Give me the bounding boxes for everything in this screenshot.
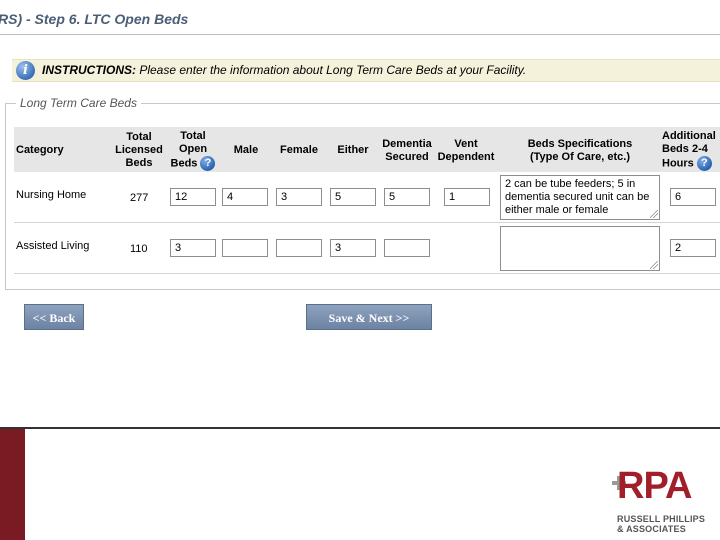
header-total-open: Total Open Beds ? (168, 130, 218, 171)
beds-specifications-textarea[interactable] (500, 226, 660, 271)
help-icon[interactable]: ? (200, 156, 216, 171)
row-category: Assisted Living (16, 240, 90, 252)
either-input[interactable] (330, 239, 376, 257)
header-category: Category (16, 144, 64, 156)
additional-beds-input[interactable] (670, 239, 716, 257)
female-input[interactable] (276, 239, 322, 257)
either-input[interactable] (330, 188, 376, 206)
header-additional: Additional Beds 2-4 Hours ? (662, 130, 716, 171)
save-next-button[interactable]: Save & Next >> (306, 304, 432, 330)
help-icon[interactable]: ? (696, 156, 712, 171)
male-input[interactable] (222, 188, 268, 206)
instructions-bar: i INSTRUCTIONS: Please enter the informa… (12, 59, 720, 82)
total-open-beds-input[interactable] (170, 188, 216, 206)
beds-specifications-textarea[interactable]: 2 can be tube feeders; 5 in dementia sec… (500, 175, 660, 220)
header-total-licensed: Total Licensed Beds (115, 131, 163, 169)
fieldset-legend: Long Term Care Beds (16, 96, 141, 110)
header-either: Either (337, 144, 369, 156)
instructions-text: INSTRUCTIONS: Please enter the informati… (42, 63, 526, 77)
row-category: Nursing Home (16, 189, 87, 201)
row-total-licensed: 277 (130, 192, 149, 204)
info-icon: i (16, 61, 35, 80)
female-input[interactable] (276, 188, 322, 206)
back-button[interactable]: << Back (24, 304, 84, 330)
header-dementia: Dementia Secured (382, 138, 432, 163)
header-vent: Vent Dependent (437, 138, 495, 163)
row-divider (14, 273, 720, 274)
company-name: RUSSELL PHILLIPS & ASSOCIATES (617, 514, 706, 534)
page-title: RS) - Step 6. LTC Open Beds (0, 11, 189, 27)
total-open-beds-input[interactable] (170, 239, 216, 257)
specs-text: 2 can be tube feeders; 5 in dementia sec… (505, 178, 650, 216)
additional-beds-input[interactable] (670, 188, 716, 206)
dementia-secured-input[interactable] (384, 239, 430, 257)
row-divider (14, 222, 720, 223)
header-female: Female (280, 144, 318, 156)
company-logo: RPA (617, 465, 692, 507)
row-total-licensed: 110 (130, 243, 148, 255)
header-male: Male (233, 144, 259, 156)
vent-dependent-input[interactable] (444, 188, 490, 206)
resize-grip[interactable] (650, 261, 658, 269)
dementia-secured-input[interactable] (384, 188, 430, 206)
brand-side-bar (0, 429, 25, 540)
title-divider (0, 34, 720, 35)
male-input[interactable] (222, 239, 268, 257)
instructions-body: Please enter the information about Long … (136, 63, 527, 77)
header-specs: Beds Specifications (Type Of Care, etc.) (527, 138, 633, 163)
resize-grip[interactable] (650, 210, 658, 218)
instructions-label: INSTRUCTIONS: (42, 63, 136, 77)
footer-divider (0, 427, 720, 429)
